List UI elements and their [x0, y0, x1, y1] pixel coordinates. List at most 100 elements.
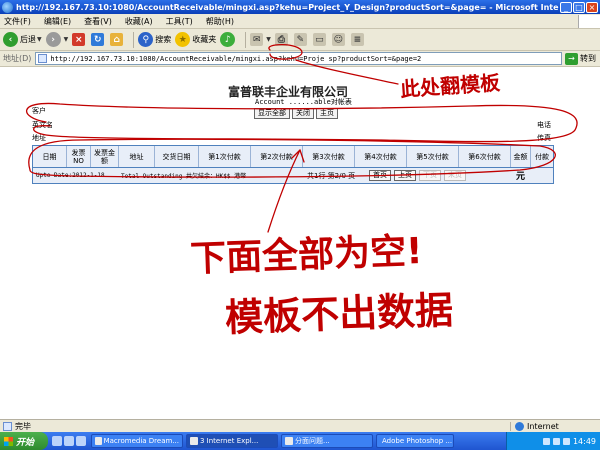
address-field-label: 地址 — [32, 134, 46, 142]
phone-label: 电话 — [537, 121, 551, 129]
column-header: 第2次付款 — [251, 146, 303, 167]
globe-icon — [515, 421, 524, 431]
edit-button[interactable]: ✎ — [293, 33, 309, 46]
tray-icon[interactable] — [552, 437, 560, 445]
forward-button[interactable]: › ▼ — [45, 32, 69, 47]
status-bar: 完毕 Internet — [0, 419, 600, 432]
column-header: 第6次付款 — [459, 146, 511, 167]
tray-icon[interactable] — [542, 437, 550, 445]
menu-file[interactable]: 文件(F) — [4, 16, 31, 27]
media-icon: ♪ — [220, 32, 236, 47]
column-header: 发票NO — [67, 146, 91, 167]
taskbar-item-photoshop[interactable]: Adobe Photoshop ... — [376, 434, 454, 448]
table-footer-row: Upto Date:2012-1-18 Total Outstanding 共欠… — [33, 168, 553, 183]
chevron-down-icon: ▼ — [63, 36, 69, 43]
favorites-button[interactable]: ★ 收藏夹 — [175, 32, 216, 47]
window-title-bar: http://192.167.73.10:1080/AccountReceiva… — [0, 0, 600, 14]
refresh-button[interactable]: ↻ — [91, 33, 106, 46]
security-zone: Internet — [510, 421, 600, 431]
dreamweaver-icon — [95, 437, 102, 445]
toolbar-divider — [245, 31, 247, 48]
menu-help[interactable]: 帮助(H) — [206, 16, 234, 27]
column-header: 第3次付款 — [303, 146, 355, 167]
column-header: 付款 — [535, 152, 549, 161]
last-page-button[interactable]: 末页 — [444, 170, 466, 181]
star-icon: ★ — [175, 32, 191, 47]
system-tray: 14:49 — [506, 432, 600, 450]
prev-page-button[interactable]: 上页 — [394, 170, 416, 181]
next-page-button[interactable]: 下页 — [419, 170, 441, 181]
back-button[interactable]: ‹ 后退 ▼ — [3, 32, 42, 47]
chevron-down-icon: ▼ — [266, 36, 271, 43]
toolbar-divider — [133, 31, 135, 48]
taskbar-item-dreamweaver[interactable]: Macromedia Dream... — [91, 434, 183, 448]
messenger-button[interactable]: ☺ — [331, 33, 347, 46]
first-page-button[interactable]: 首页 — [369, 170, 391, 181]
back-label: 后退 — [20, 35, 36, 44]
print-button[interactable]: ⎙ — [274, 33, 290, 46]
quick-launch-icon[interactable] — [76, 436, 86, 446]
task-label: Adobe Photoshop ... — [382, 437, 453, 445]
mail-button[interactable]: ✉ ▼ — [250, 33, 271, 46]
taskbar-item-internet-explorer[interactable]: 3 Internet Expl... — [186, 434, 278, 448]
close-page-button[interactable]: 关闭 — [292, 108, 314, 119]
research-button[interactable]: ≡ — [350, 33, 366, 46]
favorites-label: 收藏夹 — [192, 35, 217, 44]
tray-icon[interactable] — [562, 437, 570, 445]
annotation-no-data-note: 模板不出数据 — [224, 288, 454, 340]
folder-button[interactable]: ▭ — [312, 33, 328, 46]
task-label: 3 Internet Expl... — [200, 437, 259, 445]
toolbar: ‹ 后退 ▼ › ▼ × ↻ ⌂ ⚲ 搜索 ★ 收藏夹 ♪ ✉ ▼ ⎙ ✎ ▭ … — [0, 29, 600, 51]
taskbar: 开始 Macromedia Dream... 3 Internet Expl..… — [0, 432, 600, 450]
messenger-icon: ☺ — [331, 33, 345, 46]
column-header: 第5次付款 — [407, 146, 459, 167]
start-button[interactable]: 开始 — [0, 432, 48, 450]
search-icon: ⚲ — [138, 32, 154, 47]
taskbar-item-document[interactable]: 分面问题... — [281, 434, 373, 448]
stop-icon: × — [72, 33, 86, 46]
back-arrow-icon: ‹ — [3, 32, 18, 47]
menu-edit[interactable]: 编辑(E) — [44, 16, 71, 27]
media-button[interactable]: ♪ — [220, 32, 237, 47]
english-name-label: 英文名 — [32, 121, 53, 129]
home-button[interactable]: ⌂ — [110, 33, 125, 46]
maximize-button[interactable]: □ — [573, 1, 585, 13]
document-icon — [285, 437, 293, 445]
search-button[interactable]: ⚲ 搜索 — [138, 32, 171, 47]
quick-launch-icon[interactable] — [64, 436, 74, 446]
go-arrow-icon[interactable]: → — [565, 52, 578, 65]
show-all-button[interactable]: 显示全部 — [254, 108, 290, 119]
customer-label: 客户 — [32, 107, 46, 115]
quick-launch-icon[interactable] — [52, 436, 62, 446]
window-title: http://192.167.73.10:1080/AccountReceiva… — [16, 2, 559, 12]
ie-logo-icon — [2, 1, 13, 13]
table-header-row: 日期 发票NO 发票金额 地址 交货日期 第1次付款 第2次付款 第3次付款 第… — [33, 146, 553, 168]
annotation-empty-note: 下面全部为空! — [189, 230, 424, 281]
home-icon: ⌂ — [110, 33, 124, 46]
statement-table: 日期 发票NO 发票金额 地址 交货日期 第1次付款 第2次付款 第3次付款 第… — [32, 145, 554, 184]
menu-view[interactable]: 查看(V) — [84, 16, 112, 27]
address-input[interactable]: http://192.167.73.10:1080/AccountReceiva… — [35, 52, 562, 65]
address-url: http://192.167.73.10:1080/AccountReceiva… — [50, 54, 422, 63]
quick-launch — [52, 436, 88, 446]
page-button-row: 显示全部 关闭 主页 — [254, 108, 340, 119]
column-header: 发票金额 — [91, 146, 119, 167]
column-header: 地址 — [119, 146, 155, 167]
menu-tools[interactable]: 工具(T) — [166, 16, 193, 27]
minimize-button[interactable]: _ — [560, 1, 572, 13]
menu-favorites[interactable]: 收藏(A) — [125, 16, 153, 27]
page-icon — [38, 54, 48, 63]
task-label: 分面问题... — [295, 437, 330, 445]
task-label: Macromedia Dream... — [103, 437, 179, 445]
currency-glyph: 元 — [515, 172, 525, 182]
stop-button[interactable]: × — [72, 33, 87, 46]
search-label: 搜索 — [155, 35, 172, 44]
close-button[interactable]: × — [586, 1, 598, 13]
forward-arrow-icon: › — [45, 32, 61, 47]
refresh-icon: ↻ — [91, 33, 105, 46]
go-button[interactable]: 转到 — [580, 53, 596, 64]
folder-icon: ▭ — [312, 33, 326, 46]
menu-bar: 文件(F) 编辑(E) 查看(V) 收藏(A) 工具(T) 帮助(H) — [0, 14, 600, 29]
home-page-button[interactable]: 主页 — [316, 108, 338, 119]
report-subtitle: Account ......able对帐表 — [255, 98, 352, 106]
